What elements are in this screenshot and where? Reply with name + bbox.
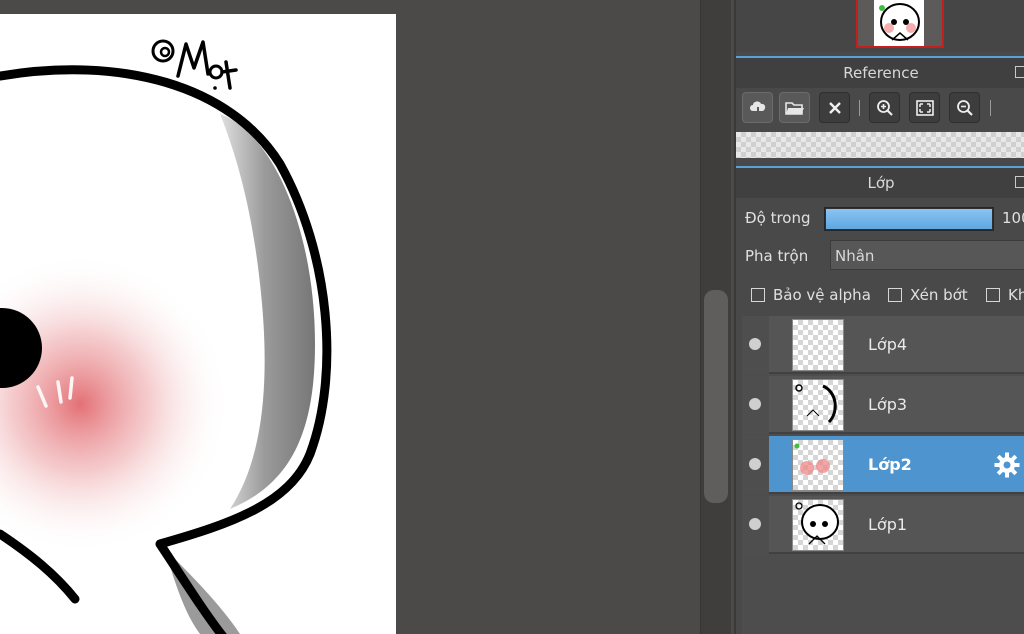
layer-row[interactable]: Lớp1 (742, 496, 1024, 554)
clipping-checkbox[interactable] (888, 288, 902, 302)
clipping-label: Xén bớt (910, 286, 968, 304)
blend-mode-value: Nhân (835, 247, 875, 265)
popout-icon[interactable] (1015, 66, 1024, 78)
opacity-value: 100 (1002, 209, 1024, 227)
right-side-panel: Reference Lớp Độ trong 100 Pha trộ (734, 0, 1024, 634)
visibility-toggle-icon[interactable] (749, 458, 761, 470)
layer-panel-header: Lớp (736, 166, 1024, 198)
reference-panel-header: Reference (736, 56, 1024, 88)
visibility-toggle-icon[interactable] (749, 398, 761, 410)
blend-mode-label: Pha trộn (745, 247, 809, 265)
navigator-preview (736, 0, 1024, 52)
lock-label: Kh (1008, 286, 1024, 304)
reference-title: Reference (843, 64, 919, 82)
layer-thumbnail (792, 439, 844, 491)
opacity-slider-fill (826, 209, 993, 229)
visibility-toggle-icon[interactable] (749, 518, 761, 530)
zoom-out-icon[interactable] (949, 92, 980, 123)
layer-name: Lớp1 (868, 515, 908, 534)
scrollbar-thumb[interactable] (704, 290, 728, 503)
layer-name: Lớp4 (868, 335, 908, 354)
protect-alpha-checkbox[interactable] (751, 288, 765, 302)
toolbar-divider (859, 100, 860, 116)
layer-row[interactable]: Lớp4 (742, 316, 1024, 374)
protect-alpha-label: Bảo vệ alpha (773, 286, 871, 304)
vertical-scrollbar[interactable] (700, 0, 731, 634)
drawing-canvas[interactable] (0, 14, 396, 634)
close-icon[interactable] (819, 92, 850, 123)
fit-screen-icon[interactable] (909, 92, 940, 123)
layer-name: Lớp3 (868, 395, 908, 414)
canvas-workspace[interactable] (0, 0, 700, 634)
opacity-slider[interactable] (824, 207, 994, 231)
navigator-thumbnail (874, 0, 924, 46)
opacity-label: Độ trong (745, 209, 811, 227)
folder-open-icon[interactable] (779, 92, 810, 123)
blend-mode-select[interactable]: Nhân (830, 240, 1024, 270)
layer-row-selected[interactable]: Lớp2 (742, 436, 1024, 494)
visibility-toggle-icon[interactable] (749, 338, 761, 350)
toolbar-divider (990, 100, 991, 116)
navigator-viewport-frame[interactable] (856, 0, 944, 48)
cloud-import-icon[interactable] (742, 92, 773, 123)
lock-checkbox[interactable] (986, 288, 1000, 302)
popout-icon[interactable] (1015, 176, 1024, 188)
layer-panel-title: Lớp (867, 174, 895, 192)
gear-icon[interactable] (994, 452, 1020, 478)
reference-image-area[interactable] (736, 132, 1024, 158)
layer-thumbnail (792, 499, 844, 551)
zoom-in-icon[interactable] (869, 92, 900, 123)
layer-row[interactable]: Lớp3 (742, 376, 1024, 434)
layer-list: Lớp4 Lớp3 Lớp2 Lớp1 (742, 316, 1024, 634)
layer-thumbnail (792, 319, 844, 371)
character-artwork (0, 39, 332, 634)
layer-thumbnail (792, 379, 844, 431)
layer-name: Lớp2 (868, 455, 912, 474)
